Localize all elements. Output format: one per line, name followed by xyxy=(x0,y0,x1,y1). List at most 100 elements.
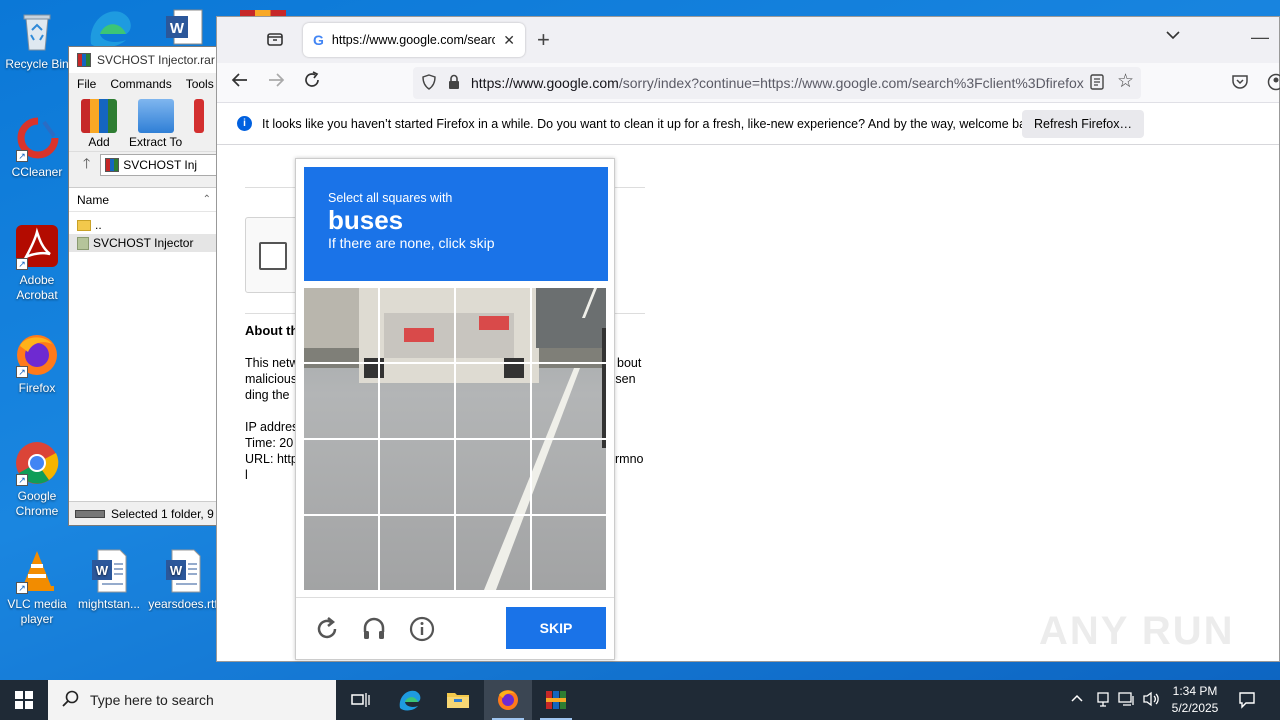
taskbar-edge[interactable] xyxy=(386,680,434,720)
tab-title: https://www.google.com/search xyxy=(331,33,496,47)
desktop-icon-label: Recycle Bin xyxy=(5,57,69,71)
url-bar[interactable]: https://www.google.com/sorry/index?conti… xyxy=(413,67,1141,99)
show-hidden-icons-chevron-icon[interactable] xyxy=(1070,692,1084,709)
column-header-name[interactable]: Name ⌃ xyxy=(69,188,219,212)
captcha-tile[interactable] xyxy=(532,288,606,362)
desktop-icon-edge[interactable] xyxy=(86,6,136,48)
captcha-tile[interactable] xyxy=(380,288,454,362)
taskbar-search-box[interactable]: Type here to search xyxy=(48,680,336,720)
notifications-icon[interactable] xyxy=(1238,691,1256,712)
taskbar-file-explorer[interactable] xyxy=(434,680,482,720)
pocket-icon[interactable] xyxy=(1231,73,1249,96)
paragraph-line: malicious xyxy=(245,372,298,386)
taskbar-firefox[interactable] xyxy=(484,680,532,720)
captcha-tile[interactable] xyxy=(456,440,530,514)
taskbar-winrar[interactable] xyxy=(532,680,580,720)
reload-icon[interactable] xyxy=(303,71,321,94)
winrar-titlebar[interactable]: SVCHOST Injector.rar xyxy=(69,47,219,73)
sort-chevron-icon: ⌃ xyxy=(202,194,211,205)
account-icon[interactable] xyxy=(1267,73,1280,96)
desktop-icon-mightstan[interactable]: W mightstan... xyxy=(74,548,144,612)
audio-challenge-icon[interactable] xyxy=(361,616,387,645)
captcha-tile[interactable] xyxy=(304,440,378,514)
bookmark-star-icon[interactable]: ☆ xyxy=(1117,70,1134,93)
start-button[interactable] xyxy=(0,680,48,720)
desktop-icon-label: VLC media player xyxy=(7,597,67,626)
list-item[interactable]: SVCHOST Injector xyxy=(69,234,219,252)
firefox-icon: ↗ xyxy=(14,332,60,378)
shortcut-arrow-icon: ↗ xyxy=(16,366,28,378)
up-arrow-icon[interactable]: 🡑 xyxy=(83,153,90,177)
lock-icon[interactable] xyxy=(447,74,461,93)
menu-file[interactable]: File xyxy=(77,77,96,91)
url-path: /sorry/index?continue=https://www.google… xyxy=(618,75,1084,91)
acrobat-icon: ↗ xyxy=(14,224,60,270)
minimize-icon[interactable]: — xyxy=(1251,27,1269,48)
svg-text:W: W xyxy=(170,20,185,37)
shortcut-arrow-icon: ↗ xyxy=(16,474,28,486)
captcha-tile[interactable] xyxy=(456,364,530,438)
svg-text:W: W xyxy=(96,563,109,578)
desktop-icon-yearsdoes[interactable]: W yearsdoes.rtf xyxy=(148,548,218,612)
menu-tools[interactable]: Tools xyxy=(186,77,214,91)
desktop-icon-vlc[interactable]: ↗ VLC media player xyxy=(2,548,72,627)
reload-challenge-icon[interactable] xyxy=(314,616,340,645)
winrar-address-bar: 🡑 SVCHOST Inj xyxy=(69,151,219,177)
desktop-icon-recycle-bin[interactable]: Recycle Bin xyxy=(2,8,72,72)
browser-tab[interactable]: G https://www.google.com/search ✕ xyxy=(303,23,525,57)
task-view-button[interactable] xyxy=(336,680,384,720)
desktop-icon-firefox[interactable]: ↗ Firefox xyxy=(2,332,72,396)
captcha-tile[interactable] xyxy=(532,516,606,590)
edge-icon xyxy=(399,690,421,711)
recycle-bin-icon xyxy=(14,8,60,54)
captcha-hint: If there are none, click skip xyxy=(328,235,495,251)
extract-to-button[interactable]: Extract To xyxy=(129,99,182,151)
captcha-tile[interactable] xyxy=(456,288,530,362)
captcha-tile[interactable] xyxy=(532,364,606,438)
winrar-window[interactable]: SVCHOST Injector.rar File Commands Tools… xyxy=(68,46,220,526)
captcha-tile[interactable] xyxy=(532,440,606,514)
captcha-tile[interactable] xyxy=(304,364,378,438)
winrar-title: SVCHOST Injector.rar xyxy=(97,53,215,67)
notification-bar: i It looks like you haven’t started Fire… xyxy=(217,103,1279,145)
add-button[interactable]: Add xyxy=(81,99,117,151)
refresh-firefox-button[interactable]: Refresh Firefox… xyxy=(1022,110,1144,138)
desktop-icon-adobe-acrobat[interactable]: ↗ Adobe Acrobat xyxy=(2,224,72,303)
captcha-tile[interactable] xyxy=(456,516,530,590)
winrar-path-field[interactable]: SVCHOST Inj xyxy=(100,153,219,176)
chrome-icon: ↗ xyxy=(14,440,60,486)
list-item[interactable]: .. xyxy=(69,216,219,234)
reader-view-icon[interactable] xyxy=(1089,73,1105,96)
captcha-tile[interactable] xyxy=(304,516,378,590)
desktop-icon-ccleaner[interactable]: ↗ CCleaner xyxy=(2,116,72,180)
captcha-tile[interactable] xyxy=(380,516,454,590)
network-icon[interactable] xyxy=(1118,691,1136,710)
close-tab-icon[interactable]: ✕ xyxy=(503,32,515,49)
back-icon[interactable] xyxy=(231,71,249,94)
svg-text:W: W xyxy=(170,563,183,578)
firefox-view-icon[interactable] xyxy=(265,29,285,54)
task-view-icon xyxy=(351,693,370,707)
info-help-icon[interactable] xyxy=(409,616,435,645)
clock-date: 5/2/2025 xyxy=(1171,701,1219,715)
desktop-icon-word[interactable]: W xyxy=(164,8,204,46)
desktop-icon-google-chrome[interactable]: ↗ Google Chrome xyxy=(2,440,72,519)
recaptcha-checkbox[interactable] xyxy=(259,242,287,270)
forward-icon[interactable] xyxy=(267,71,285,94)
list-item-label: .. xyxy=(95,218,102,232)
paragraph-line: This netw xyxy=(245,356,299,370)
network-adapter-icon[interactable] xyxy=(1096,691,1110,710)
new-tab-icon[interactable]: + xyxy=(537,27,550,53)
request-details: IP addres Time: 20 URL: http l xyxy=(245,419,298,483)
winrar-app-icon xyxy=(77,53,91,67)
captcha-tile[interactable] xyxy=(380,364,454,438)
taskbar-clock[interactable]: 1:34 PM 5/2/2025 xyxy=(1166,683,1224,717)
captcha-tile[interactable] xyxy=(380,440,454,514)
tracking-protection-shield-icon[interactable] xyxy=(421,73,437,93)
menu-commands[interactable]: Commands xyxy=(110,77,171,91)
volume-icon[interactable] xyxy=(1142,691,1160,710)
skip-button[interactable]: SKIP xyxy=(506,607,606,649)
captcha-tile[interactable] xyxy=(304,288,378,362)
test-button[interactable] xyxy=(194,99,205,151)
list-tabs-chevron-icon[interactable] xyxy=(1165,27,1181,48)
